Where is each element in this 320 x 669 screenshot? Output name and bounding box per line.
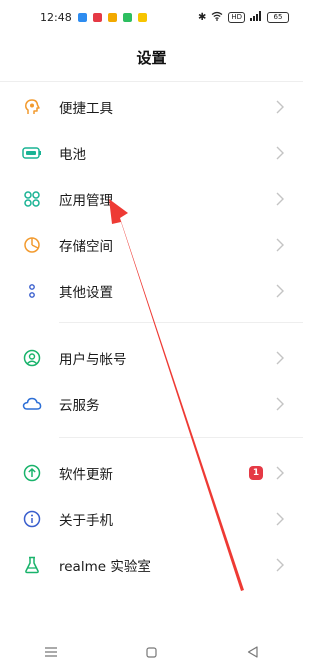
item-label: realme 实验室 [59,559,151,575]
notification-app-icon [137,12,147,22]
settings-item-battery[interactable]: 电池 [0,130,303,176]
smart-assist-icon [22,97,42,117]
item-label: 关于手机 [59,513,113,529]
home-nav-button[interactable] [145,645,159,659]
settings-item-convenience-tools[interactable]: 便捷工具 [0,84,303,130]
status-bar: 12:48 ✱ HD 65 [0,0,303,34]
notification-app-icon [107,12,117,22]
chevron-right-icon [276,192,284,206]
status-time: 12:48 [40,10,72,24]
item-label: 云服务 [59,398,100,414]
signal-icon [250,10,262,24]
more-settings-icon [22,281,42,301]
storage-icon [22,235,42,255]
settings-item-user-accounts[interactable]: 用户与帐号 [0,335,303,381]
battery-indicator: 65 [267,11,289,23]
settings-item-storage[interactable]: 存储空间 [0,222,303,268]
status-left: 12:48 [40,11,147,24]
chevron-right-icon [276,100,284,114]
menu-nav-button[interactable] [44,645,58,659]
item-label: 其他设置 [59,285,113,301]
settings-item-realme-lab[interactable]: realme 实验室 [0,542,303,588]
cloud-icon [22,394,42,414]
notification-app-icon [77,12,87,22]
settings-group-system: 软件更新 1 关于手机 realme 实验室 [0,450,303,588]
info-icon [22,509,42,529]
chevron-right-icon [276,351,284,365]
chevron-right-icon [276,466,284,480]
chevron-right-icon [276,397,284,411]
item-label: 应用管理 [59,193,113,209]
wifi-icon [211,11,223,24]
group-divider [59,437,303,438]
account-icon [22,348,42,368]
header-divider [0,81,303,82]
group-divider [59,322,303,323]
settings-item-about-phone[interactable]: 关于手机 [0,496,303,542]
battery-icon [22,143,42,163]
bluetooth-icon: ✱ [197,11,207,23]
settings-group-account: 用户与帐号 云服务 [0,335,303,427]
item-label: 便捷工具 [59,101,113,117]
item-label: 电池 [59,147,86,163]
chevron-right-icon [276,558,284,572]
item-label: 软件更新 [59,467,113,483]
settings-item-other-settings[interactable]: 其他设置 [0,268,303,314]
chevron-right-icon [276,512,284,526]
lab-flask-icon [22,555,42,575]
settings-item-software-update[interactable]: 软件更新 1 [0,450,303,496]
settings-item-app-management[interactable]: 应用管理 [0,176,303,222]
settings-item-cloud-service[interactable]: 云服务 [0,381,303,427]
chevron-right-icon [276,146,284,160]
back-nav-button[interactable] [246,645,260,659]
notification-app-icon [92,12,102,22]
chevron-right-icon [276,284,284,298]
status-right: ✱ HD 65 [197,10,289,24]
app-grid-icon [22,189,42,209]
notification-app-icon [122,12,132,22]
settings-group-device: 便捷工具 电池 应用管理 存储空间 其他设置 [0,84,303,314]
update-count-badge: 1 [249,466,263,480]
update-icon [22,463,42,483]
system-nav-bar [0,635,303,669]
hd-badge: HD [228,11,245,23]
page-title: 设置 [136,49,167,67]
item-label: 用户与帐号 [59,352,127,368]
chevron-right-icon [276,238,284,252]
item-label: 存储空间 [59,239,113,255]
